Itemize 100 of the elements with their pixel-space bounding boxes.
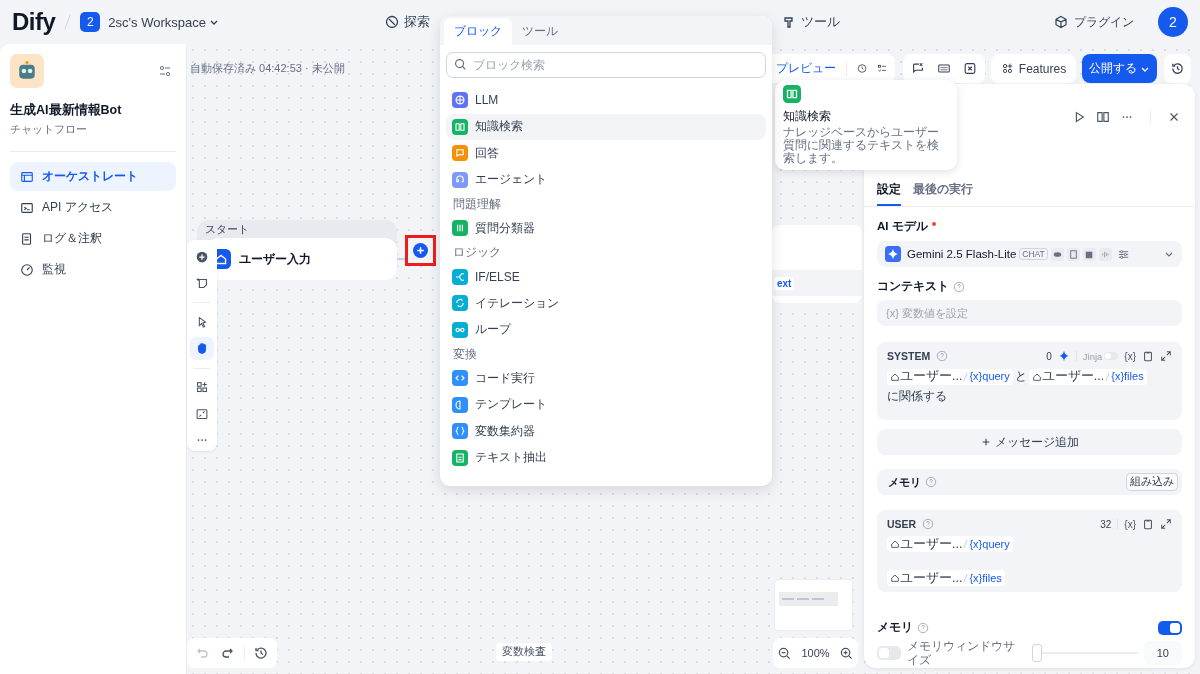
block-item[interactable]: テンプレート [446,391,766,418]
variable-chip[interactable]: ユーザー... {x}files [1028,368,1147,385]
slash-icon [1105,371,1111,382]
context-variable-field[interactable]: {x} 変数値を設定 [877,300,1182,326]
window-size-toggle[interactable] [877,646,901,660]
cube-icon [1054,15,1068,29]
mode-badge: CHAT [1019,248,1048,260]
slider-thumb[interactable] [1033,645,1042,661]
block-item[interactable]: コード実行 [446,365,766,392]
tooltip-description: ナレッジベースからユーザー質問に関連するテキストを検索します。 [783,126,940,165]
robot-icon [10,54,44,88]
prompt-role: SYSTEM [887,350,931,362]
features-icon [1000,62,1014,75]
workspace-badge: 2 [80,12,101,32]
token-count: 32 [1100,518,1112,530]
variable-chip[interactable]: ユーザー... {x}query [887,536,1013,552]
field-label: コンテキスト [877,279,949,294]
audio-icon [1098,247,1112,261]
book-icon[interactable] [1096,110,1110,124]
sidebar-item[interactable]: オーケストレート [10,162,176,191]
chat-variable-icon[interactable] [911,61,925,76]
memory-label: メモリ [877,620,913,635]
add-message-button[interactable]: メッセージ追加 [877,429,1182,455]
slash-icon [963,371,969,382]
window-size-value[interactable]: 10 [1143,641,1182,665]
plus-icon [980,437,991,447]
block-item[interactable]: エージェント [446,166,766,193]
start-node[interactable]: スタート ユーザー入力 [197,220,397,280]
block-item[interactable]: IF/ELSE [446,263,766,290]
image-icon [1082,247,1096,261]
clock-play-icon[interactable] [856,61,867,76]
insert-variable-button[interactable]: {x} [1124,350,1136,362]
sparkle-icon [885,246,901,262]
picker-tab[interactable]: ブロック [444,18,512,45]
zoom-in-icon[interactable] [838,645,854,661]
publish-button[interactable]: 公開する [1082,54,1157,83]
nav-link[interactable]: 探索 [378,9,436,35]
clipboard-icon[interactable] [1142,350,1154,362]
panel-tab[interactable]: 最後の実行 [913,181,973,206]
document-icon [20,231,34,246]
block-item[interactable]: ループ [446,316,766,343]
sidebar-item[interactable]: ログ＆注釈 [10,224,176,253]
sliders-icon[interactable] [1116,247,1130,261]
plugins-button[interactable]: プラグイン [1054,13,1134,31]
block-item[interactable]: 知識検索 [446,113,766,140]
picker-tab[interactable]: ツール [512,18,568,45]
gauge-icon [20,262,34,277]
user-prompt-editor[interactable]: USER 32 {x} ユーザー... {x}query ユーザー... {x}files [877,510,1182,592]
sparkle-icon[interactable] [1057,350,1070,362]
features-button[interactable]: Features [991,54,1076,83]
book-icon [783,85,801,103]
home-icon [890,539,900,549]
panel-tab[interactable]: 設定 [877,181,901,206]
expand-icon[interactable] [1160,518,1172,530]
workspace-selector[interactable]: 2sc's Workspace [108,14,219,30]
layout-icon [20,169,34,184]
history-icon[interactable] [252,645,269,661]
section-heading: 問題理解 [452,195,502,213]
zoom-level[interactable]: 100% [801,647,830,659]
add-node-icon[interactable] [413,243,428,258]
variable-chip[interactable]: ユーザー... {x}files [887,570,1005,586]
token-count: 0 [1046,350,1052,362]
block-item[interactable]: 回答 [446,140,766,167]
variable-chip[interactable]: ユーザー... {x}query [887,368,1013,385]
terminal-icon [20,200,34,215]
builtin-badge: 組み込み [1126,473,1178,491]
sidebar-item[interactable]: 監視 [10,255,176,284]
app-type: チャットフロー [10,123,88,137]
window-size-label: メモリウィンドウサイズ [907,639,1016,667]
version-history-button[interactable] [1164,54,1191,83]
block-item[interactable]: 変数集約器 [446,418,766,445]
autosave-status: 自動保存済み 04:42:53 · 未公開 [190,61,345,76]
logo[interactable]: Dify [12,8,56,36]
clipboard-icon[interactable] [1142,518,1154,530]
block-item[interactable]: テキスト抽出 [446,444,766,471]
memory-toggle[interactable] [1158,620,1182,635]
user-avatar[interactable]: 2 [1158,7,1188,37]
prompt-text: に関係する [887,388,947,403]
block-search-field[interactable]: ブロック検索 [446,52,766,78]
jinja-toggle[interactable] [1104,352,1119,360]
window-size-slider[interactable] [1032,645,1138,661]
node-card[interactable]: ext [772,225,862,303]
insert-variable-button[interactable]: {x} [1124,518,1136,530]
variable-inspect-button[interactable]: 変数検査 [496,643,552,661]
memory-label: メモリ [888,474,921,490]
block-item[interactable]: LLM [446,87,766,114]
settings-icon[interactable] [158,64,172,78]
variable-box-icon[interactable] [963,61,977,76]
system-prompt-editor[interactable]: SYSTEM 0 Jinja {x} ユーザー... {x}query と ユーザー... {x}files に関係する [877,342,1182,420]
block-item[interactable]: 質問分類器 [446,215,766,242]
nav-link[interactable]: ツール [775,9,846,35]
search-icon [454,58,467,71]
section-heading: 変換 [452,345,478,363]
preview-button[interactable]: プレビュー [776,61,836,76]
env-icon[interactable] [937,61,951,76]
model-selector[interactable]: Gemini 2.5 Flash-Lite CHAT [877,241,1182,267]
block-item[interactable]: イテレーション [446,290,766,317]
expand-icon[interactable] [1160,350,1172,362]
sidebar-item[interactable]: API アクセス [10,193,176,222]
zoom-out-icon[interactable] [777,645,793,661]
